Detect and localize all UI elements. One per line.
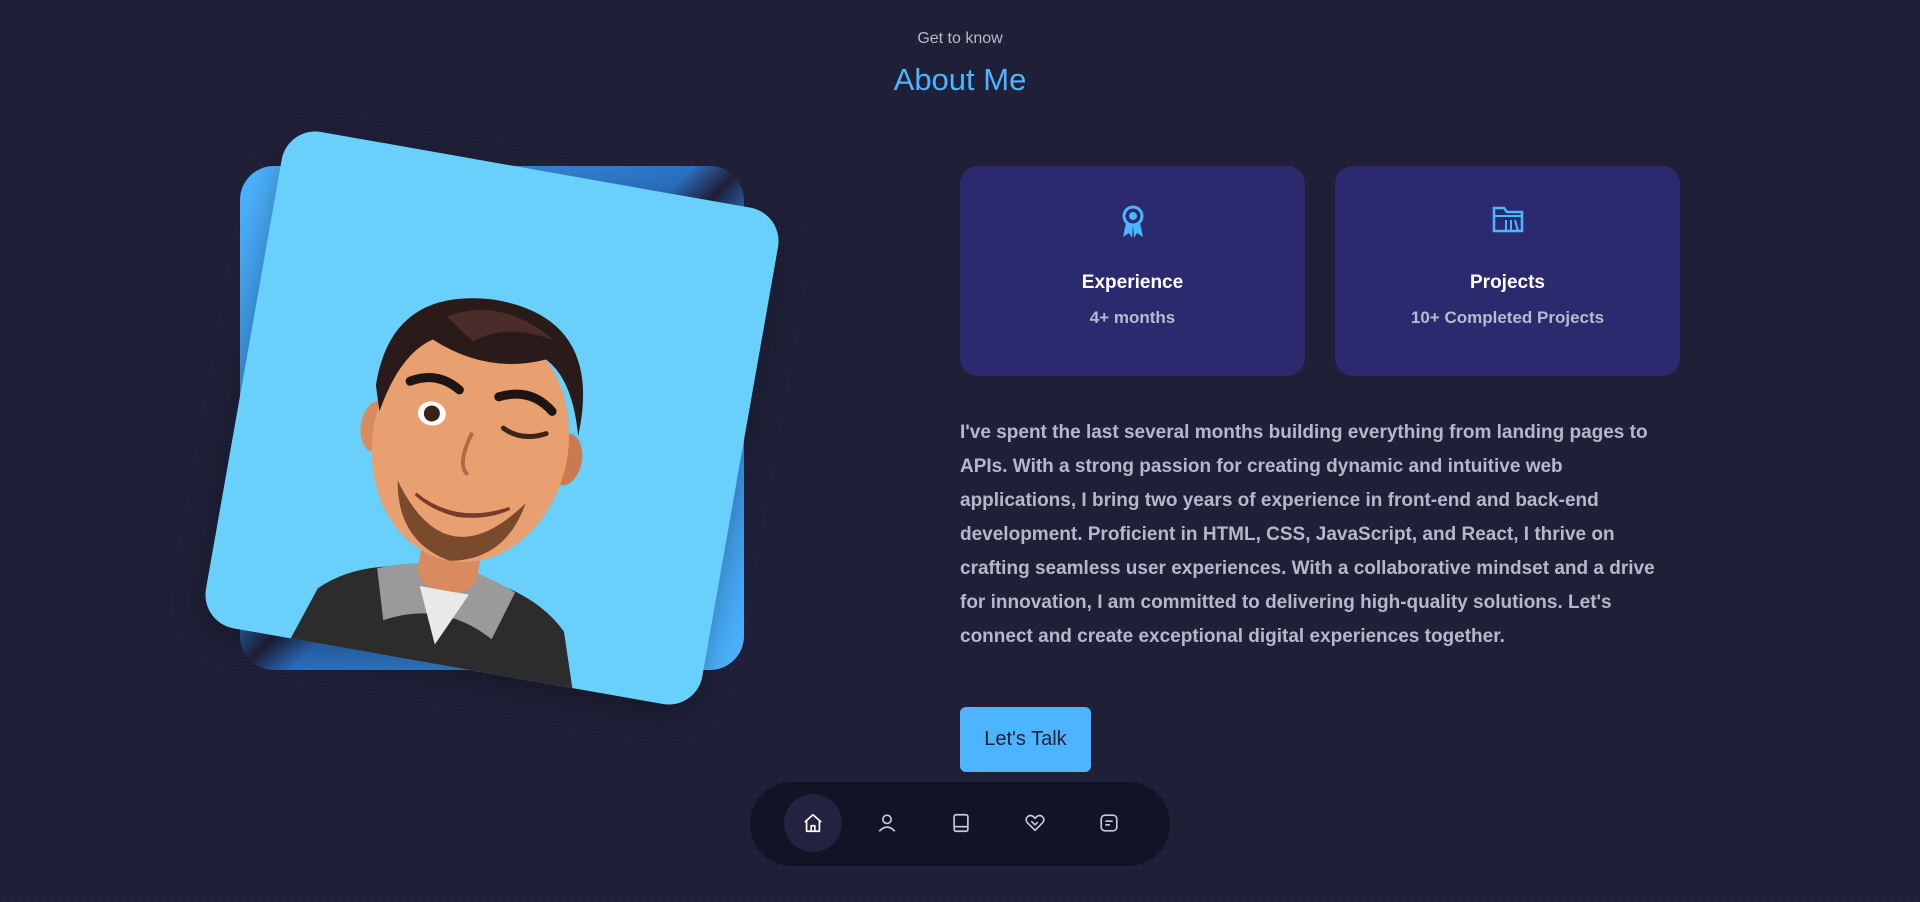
experience-card: Experience 4+ months: [960, 166, 1305, 376]
nav-experience[interactable]: [932, 794, 990, 852]
user-icon: [878, 814, 896, 832]
section-subtitle: Get to know: [917, 30, 1003, 47]
home-icon: [804, 813, 822, 833]
profile-photo-card: [200, 126, 784, 710]
projects-card: Projects 10+ Completed Projects: [1335, 166, 1680, 376]
nav-services[interactable]: [1006, 794, 1064, 852]
nav-home[interactable]: [784, 794, 842, 852]
bio-paragraph: I've spent the last several months build…: [960, 422, 1655, 647]
message-icon: [1100, 814, 1118, 832]
avatar-illustration: [287, 298, 584, 695]
card-title: Projects: [1470, 272, 1545, 293]
card-text: 10+ Completed Projects: [1410, 308, 1605, 327]
award-icon: [960, 204, 1305, 244]
card-title: Experience: [1081, 272, 1184, 293]
heart-handshake-icon: [1025, 814, 1045, 832]
book-icon: [953, 813, 969, 833]
folder-icon: [1335, 204, 1680, 244]
lets-talk-button[interactable]: Let's Talk: [960, 707, 1091, 772]
nav-contact[interactable]: [1080, 794, 1138, 852]
card-text: 4+ months: [1089, 308, 1176, 327]
nav-about[interactable]: [858, 794, 916, 852]
bottom-nav: [750, 782, 1170, 866]
section-title: About Me: [893, 62, 1027, 97]
